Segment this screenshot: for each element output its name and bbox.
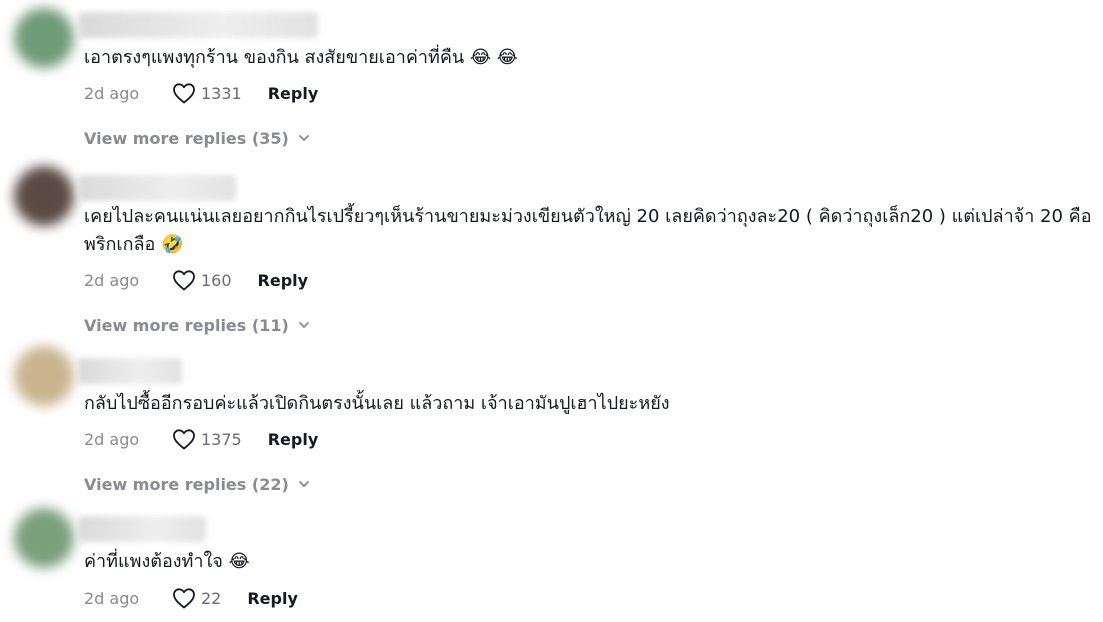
like-count: 22 [201,588,222,608]
like-count: 1375 [201,429,242,449]
comment-text: ค่าที่แพงต้องทำใจ 😂 [84,551,250,572]
comment-time: 2d ago [84,429,140,449]
view-more-replies-label: View more replies (35) [84,128,289,148]
chevron-down-icon [298,135,309,141]
comment-time: 2d ago [84,270,140,290]
username-blurred[interactable] [78,175,236,201]
chevron-down-icon [298,481,309,487]
chevron-down-icon [298,322,309,328]
heart-outline-icon [173,270,195,291]
view-more-replies[interactable]: View more replies (35) [84,126,310,150]
comment-text: กลับไปซื้ออีกรอบค่ะแล้วเปิดกินตรงนั้นเลย… [84,393,670,414]
username-blurred[interactable] [78,516,206,542]
username-blurred[interactable] [78,358,182,384]
comment-meta: 2d ago 1331 Reply [84,81,318,105]
view-more-replies-label: View more replies (22) [84,474,289,494]
heart-outline-icon [173,429,195,450]
avatar[interactable] [14,508,74,568]
reply-button[interactable]: Reply [268,84,319,103]
reply-button[interactable]: Reply [258,271,309,290]
comment-meta: 2d ago 1375 Reply [84,427,318,451]
like-button[interactable]: 1331 [172,82,242,104]
like-button[interactable]: 160 [172,269,232,291]
heart-outline-icon [173,83,195,104]
comment-meta: 2d ago 160 Reply [84,268,308,292]
comment-text: เอาตรงๆแพงทุกร้าน ของกิน สงสัยขายเอาค่าท… [84,47,518,68]
view-more-replies[interactable]: View more replies (22) [84,472,310,496]
view-more-replies[interactable]: View more replies (11) [84,313,310,337]
heart-outline-icon [173,588,195,609]
reply-button[interactable]: Reply [268,430,319,449]
like-count: 160 [201,270,232,290]
comment-meta: 2d ago 22 Reply [84,586,298,610]
avatar[interactable] [14,166,74,226]
like-button[interactable]: 1375 [172,428,242,450]
like-button[interactable]: 22 [172,587,221,609]
like-count: 1331 [201,83,242,103]
reply-button[interactable]: Reply [247,589,298,608]
comment-time: 2d ago [84,588,140,608]
avatar[interactable] [14,8,74,68]
view-more-replies-label: View more replies (11) [84,315,289,335]
comment-text: เคยไปละคนแน่นเลยอยากกินไรเปรี้ยวๆเห็นร้า… [84,206,1092,255]
comment-time: 2d ago [84,83,140,103]
username-blurred[interactable] [78,12,318,38]
avatar[interactable] [14,346,74,406]
